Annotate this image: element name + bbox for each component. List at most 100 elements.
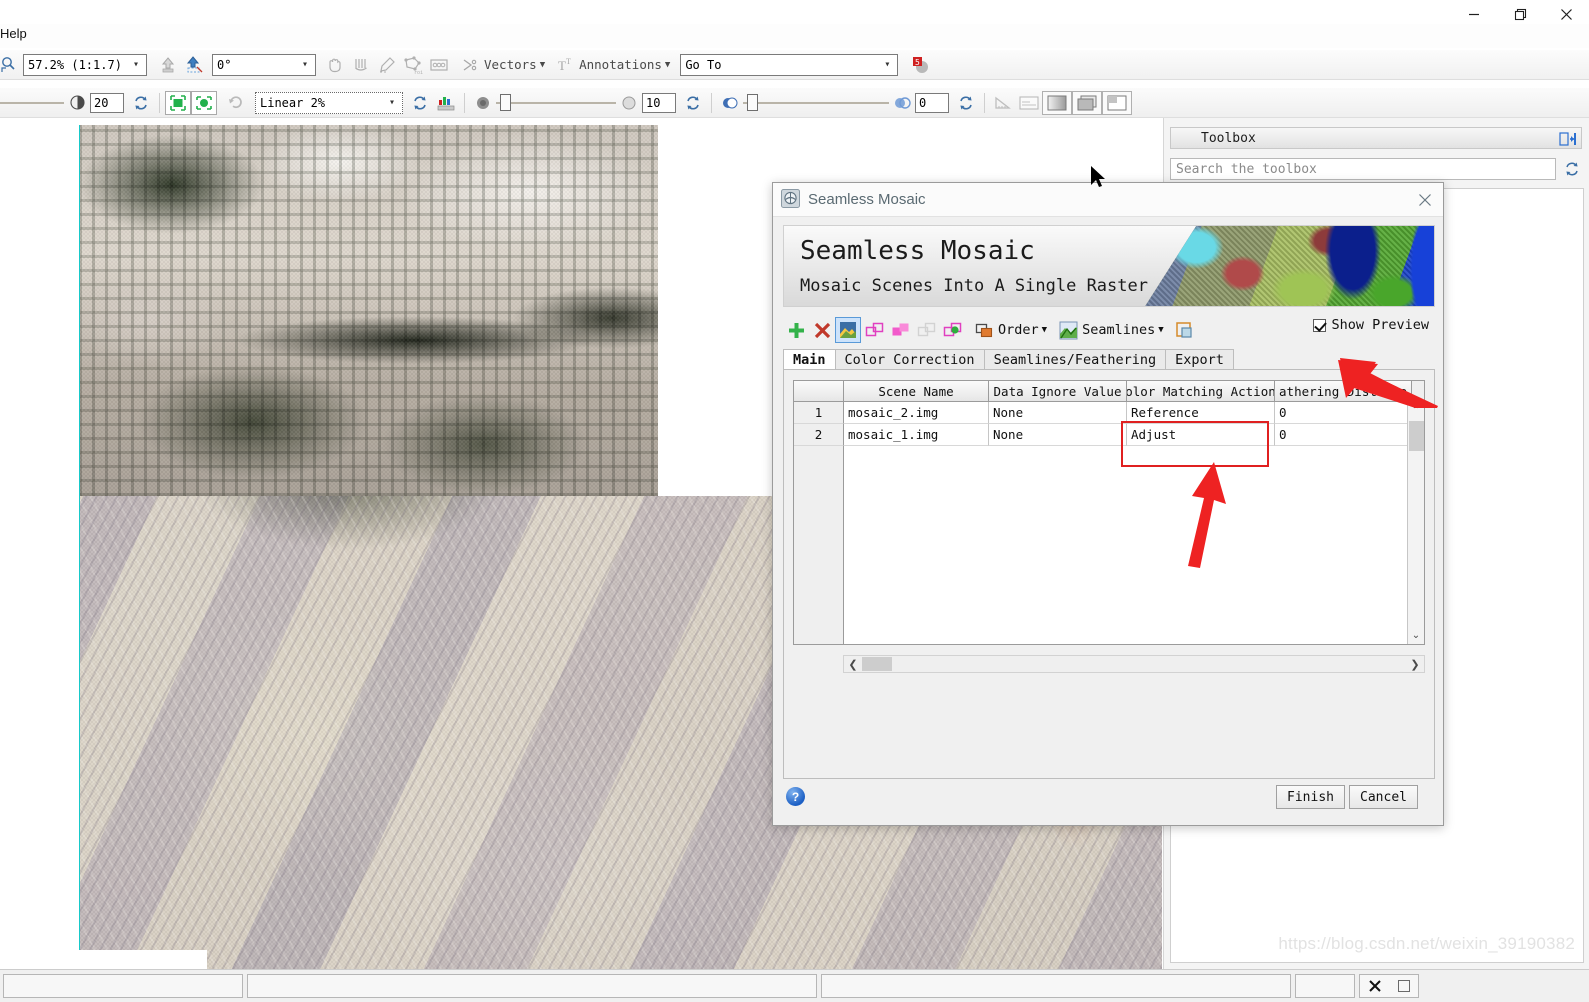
go-up-icon[interactable] xyxy=(155,53,181,77)
seamless-mosaic-dialog[interactable]: Seamless Mosaic Seamless Mosaic Mosaic S… xyxy=(772,182,1444,826)
rotation-combo[interactable]: 0° ▾ xyxy=(212,53,316,76)
menu-item-help[interactable]: Help xyxy=(0,26,27,41)
pixel-locator-icon[interactable] xyxy=(426,53,452,77)
view-metadata-icon[interactable] xyxy=(1016,91,1042,115)
cell-data-ignore-value[interactable]: None xyxy=(989,424,1127,446)
cancel-button[interactable]: Cancel xyxy=(1349,785,1418,809)
column-header-color-matching-action[interactable]: olor Matching Action xyxy=(1127,381,1275,402)
row-index: 1 xyxy=(794,402,844,424)
go-to-combo[interactable]: Go To ▾ xyxy=(680,53,899,76)
transparency-icon[interactable] xyxy=(470,91,496,115)
brightness-icon[interactable] xyxy=(64,91,90,115)
image-properties-icon[interactable] xyxy=(835,317,861,343)
column-header-feathering-distance[interactable]: athering Distance xyxy=(1275,381,1412,402)
column-header-index[interactable] xyxy=(794,381,844,402)
tab-export[interactable]: Export xyxy=(1165,349,1234,370)
table-row[interactable]: 2 mosaic_1.img None Adjust 0 xyxy=(794,424,1424,446)
view-portal-icon[interactable] xyxy=(1102,90,1132,115)
contrast-input[interactable]: 20 xyxy=(90,92,124,113)
refresh-icon[interactable] xyxy=(128,91,154,115)
cell-scene-name[interactable]: mosaic_1.img xyxy=(844,424,989,446)
blend-icon[interactable] xyxy=(717,91,743,115)
mosaic-layer-top[interactable] xyxy=(79,125,658,496)
scroll-left-icon[interactable]: ❮ xyxy=(846,658,860,671)
help-button[interactable]: ? xyxy=(786,787,805,806)
stretch-combo[interactable]: Linear 2% ▾ xyxy=(255,91,403,114)
show-preview-checkbox[interactable]: Show Preview xyxy=(1313,317,1429,333)
column-header-data-ignore-value[interactable]: Data Ignore Value xyxy=(989,381,1127,402)
slider-knob[interactable] xyxy=(747,93,758,111)
envi-logo-icon[interactable]: 5 xyxy=(908,53,934,77)
crop-icon[interactable] xyxy=(348,53,374,77)
dialog-titlebar: Seamless Mosaic xyxy=(773,183,1443,217)
rotate-reset-icon[interactable] xyxy=(223,91,249,115)
stretch-refresh-icon[interactable] xyxy=(407,91,433,115)
toolbar-divider xyxy=(984,92,985,113)
dock-pin-icon[interactable] xyxy=(1559,131,1577,151)
transparency-slider[interactable] xyxy=(496,93,616,113)
scroll-up-icon[interactable]: ⌃ xyxy=(1408,402,1425,419)
seamlines-menu-label[interactable]: Seamlines xyxy=(1082,322,1155,338)
transparency-input[interactable]: 10 xyxy=(642,92,676,113)
cell-scene-name[interactable]: mosaic_2.img xyxy=(844,402,989,424)
roi-icon[interactable]: roi xyxy=(400,53,426,77)
toolbox-search-input[interactable]: Search the toolbox xyxy=(1170,158,1556,180)
table-horizontal-scrollbar[interactable]: ❮ ❯ xyxy=(843,655,1425,673)
cell-feathering-distance[interactable]: 0 xyxy=(1275,402,1412,424)
finish-button[interactable]: Finish xyxy=(1276,785,1345,809)
order-menu-label[interactable]: Order xyxy=(998,322,1039,338)
table-row[interactable]: 1 mosaic_2.img None Reference 0 xyxy=(794,402,1424,424)
blend-refresh-icon[interactable] xyxy=(953,91,979,115)
vectors-icon[interactable] xyxy=(458,53,484,77)
fit-to-data-icon[interactable] xyxy=(191,90,217,115)
scrollbar-thumb[interactable] xyxy=(862,657,892,671)
seamlines-icon[interactable] xyxy=(1055,317,1081,343)
dialog-close-icon[interactable] xyxy=(1413,189,1437,211)
brightness-slider[interactable] xyxy=(0,93,64,113)
scene-outline-icon[interactable] xyxy=(861,317,887,343)
vectors-menu-label[interactable]: Vectors xyxy=(484,57,537,72)
preview-extent-icon[interactable] xyxy=(1172,317,1198,343)
checkbox-checked-icon[interactable] xyxy=(1313,318,1327,332)
table-vertical-scrollbar[interactable]: ⌃ ⌄ xyxy=(1407,402,1424,644)
scene-filled-icon[interactable] xyxy=(887,317,913,343)
slider-knob[interactable] xyxy=(500,93,511,111)
cell-color-matching-action[interactable]: Reference xyxy=(1127,402,1275,424)
close-small-icon[interactable] xyxy=(1368,979,1382,993)
cell-feathering-distance[interactable]: 0 xyxy=(1275,424,1412,446)
cell-color-matching-action[interactable]: Adjust xyxy=(1127,424,1275,446)
blend-input[interactable]: 0 xyxy=(915,92,949,113)
chevron-down-icon: ▾ xyxy=(884,59,891,70)
column-header-scene-name[interactable]: Scene Name xyxy=(844,381,989,402)
tab-color-correction[interactable]: Color Correction xyxy=(834,349,985,370)
order-icon[interactable] xyxy=(971,317,997,343)
measure-icon[interactable] xyxy=(990,91,1016,115)
fit-to-window-icon[interactable] xyxy=(165,90,191,115)
pencil-measure-icon[interactable] xyxy=(374,53,400,77)
go-up-layer-icon[interactable] xyxy=(181,53,207,77)
annotations-icon[interactable]: T T xyxy=(553,53,579,77)
svg-text:T: T xyxy=(558,58,566,73)
delete-x-icon[interactable] xyxy=(809,317,835,343)
tab-seamlines-feathering[interactable]: Seamlines/Feathering xyxy=(983,349,1167,370)
zoom-select-icon[interactable] xyxy=(0,53,22,77)
viewport-gap-bottomleft xyxy=(79,950,207,969)
view-stacked-icon[interactable] xyxy=(1072,90,1102,115)
view-single-icon[interactable] xyxy=(1042,90,1072,115)
toolbox-refresh-icon[interactable] xyxy=(1560,158,1584,180)
cell-data-ignore-value[interactable]: None xyxy=(989,402,1127,424)
scenes-table[interactable]: Scene Name Data Ignore Value olor Matchi… xyxy=(793,380,1425,645)
zoom-level-combo[interactable]: 57.2% (1:1.7) ▾ xyxy=(23,53,147,76)
tab-main[interactable]: Main xyxy=(783,349,836,370)
blend-slider[interactable] xyxy=(743,93,889,113)
scrollbar-thumb[interactable] xyxy=(1409,421,1424,451)
scene-green-icon[interactable] xyxy=(939,317,965,343)
add-plus-icon[interactable] xyxy=(783,317,809,343)
grid-small-icon[interactable] xyxy=(1397,979,1411,993)
scroll-down-icon[interactable]: ⌄ xyxy=(1408,627,1425,644)
transparency-refresh-icon[interactable] xyxy=(680,91,706,115)
annotations-menu-label[interactable]: Annotations xyxy=(579,57,662,72)
histogram-icon[interactable] xyxy=(433,91,459,115)
scroll-right-icon[interactable]: ❯ xyxy=(1408,658,1422,671)
pan-hand-icon[interactable] xyxy=(322,53,348,77)
